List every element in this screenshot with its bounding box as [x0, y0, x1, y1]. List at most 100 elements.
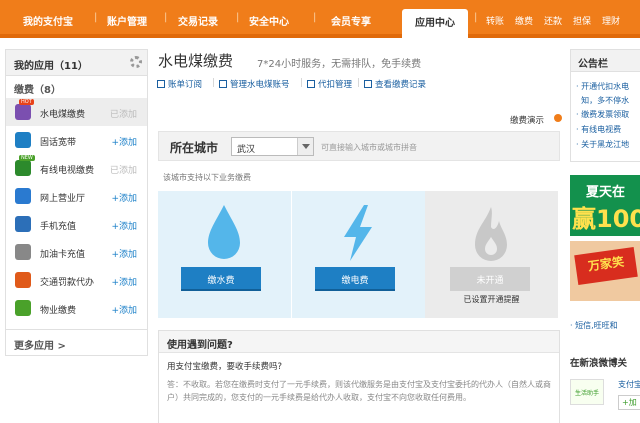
payment-record-link[interactable]: 查看缴费记录: [364, 78, 426, 90]
faq-answer: 答：不收取。若您在缴费时支付了一元手续费，则该代缴服务是由支付宝及支付宝委托的代…: [167, 380, 551, 402]
app-label: 固话宽带: [40, 138, 77, 148]
water-card[interactable]: 缴水费: [158, 191, 291, 318]
follow-button[interactable]: +加: [618, 395, 640, 410]
auto-deduct-link[interactable]: 代扣管理: [307, 78, 352, 90]
notice-title: 公告栏: [571, 50, 640, 72]
add-app-button[interactable]: +添加: [111, 135, 137, 148]
sidebar-app-item[interactable]: 交通罚款代办 +添加: [6, 266, 147, 294]
gas-not-open-button: 未开通: [450, 267, 530, 291]
app-label: 加油卡充值: [40, 250, 86, 260]
page-title: 水电煤缴费: [158, 52, 234, 70]
bill-icon: [157, 80, 165, 88]
app-icon: [15, 188, 31, 204]
sidebar-header: 我的应用（11）: [6, 50, 147, 76]
sidebar-app-list: HOT 水电煤缴费 已添加 固话宽带 +添加 NEW 有线电视缴费 已添加 网上营业厅 +添加 手机…: [6, 98, 147, 322]
city-selector-bar: 所在城市 武汉 可直接输入城市或城市拼音: [158, 131, 560, 161]
lightning-icon: [344, 205, 372, 261]
add-app-button[interactable]: +添加: [111, 191, 137, 204]
nav-finance[interactable]: 理财: [602, 14, 620, 27]
promo-banner-summer[interactable]: 夏天在 赢100: [570, 175, 640, 236]
support-text: 该城市支持以下业务缴费: [163, 173, 251, 182]
faq-panel: 使用遇到问题? 用支付宝缴费，要收手续费吗? 答：不收取。若您在缴费时支付了一元…: [158, 330, 560, 423]
deduct-icon: [307, 80, 315, 88]
sidebar-title: 我的应用（11）: [14, 61, 88, 72]
app-icon: [15, 300, 31, 316]
faq-question: 用支付宝缴费，要收手续费吗?: [167, 362, 283, 372]
bill-subscribe-link[interactable]: 账单订阅: [157, 78, 202, 90]
sms-wangwang-link[interactable]: · 短信,旺旺和: [570, 320, 618, 331]
sidebar-app-item[interactable]: 物业缴费 +添加: [6, 294, 147, 322]
add-app-button[interactable]: +添加: [111, 275, 137, 288]
app-label: 网上营业厅: [40, 194, 86, 204]
nav-payment[interactable]: 缴费: [515, 14, 533, 27]
nav-divider: |: [164, 12, 168, 23]
nav-my-alipay[interactable]: 我的支付宝: [23, 13, 73, 28]
nav-divider: |: [313, 12, 317, 23]
promo-banner-red[interactable]: 万家笑: [570, 241, 640, 301]
notice-board: 公告栏 · 开通代扣水电 知，多不停水 · 缴费发票领取 · 有线电视费 · 关…: [570, 49, 640, 162]
notice-item[interactable]: · 关于黑龙江地: [576, 139, 629, 150]
link-divider: |: [212, 78, 216, 88]
add-app-button[interactable]: +添加: [111, 219, 137, 232]
water-drop-icon: [208, 205, 240, 259]
nav-guarantee[interactable]: 担保: [573, 14, 591, 27]
link-divider: |: [357, 78, 361, 88]
nav-member[interactable]: 会员专享: [331, 13, 371, 28]
app-icon: [15, 216, 31, 232]
city-hint: 可直接输入城市或城市拼音: [321, 143, 417, 152]
electricity-card[interactable]: 缴电费: [292, 191, 425, 318]
nav-account[interactable]: 账户管理: [107, 13, 147, 28]
life-assistant-logo: 生活助手: [570, 379, 604, 405]
pay-water-button[interactable]: 缴水费: [181, 267, 261, 291]
payment-demo-link[interactable]: 缴费演示: [510, 114, 544, 126]
sidebar-app-item[interactable]: NEW 有线电视缴费 已添加: [6, 154, 147, 182]
app-added-status: 已添加: [109, 166, 137, 176]
user-icon: [219, 80, 227, 88]
nav-app-center[interactable]: 应用中心: [402, 9, 468, 38]
sidebar-app-item[interactable]: 加油卡充值 +添加: [6, 238, 147, 266]
app-label: 交通罚款代办: [40, 278, 95, 288]
app-icon: [15, 272, 31, 288]
notice-item[interactable]: · 开通代扣水电: [576, 81, 629, 92]
manage-account-link[interactable]: 管理水电煤账号: [219, 78, 290, 90]
more-apps-link[interactable]: 更多应用 >: [6, 329, 147, 355]
app-added-status: 已添加: [109, 110, 137, 120]
app-label: 水电煤缴费: [40, 110, 86, 120]
notice-item[interactable]: · 有线电视费: [576, 124, 621, 135]
gas-reminder-text[interactable]: 已设置开通提醒: [425, 294, 558, 305]
city-value: 武汉: [237, 145, 256, 155]
add-app-button[interactable]: +添加: [111, 247, 137, 260]
faq-heading: 使用遇到问题?: [159, 331, 559, 353]
sidebar-app-item[interactable]: 网上营业厅 +添加: [6, 182, 147, 210]
nav-transfer[interactable]: 转账: [486, 14, 504, 27]
record-icon: [364, 80, 372, 88]
nav-security[interactable]: 安全中心: [249, 13, 289, 28]
play-arrow-icon[interactable]: [554, 114, 562, 122]
nav-divider: |: [236, 12, 240, 23]
app-label: 有线电视缴费: [40, 166, 95, 176]
sidebar-app-item[interactable]: 固话宽带 +添加: [6, 126, 147, 154]
app-icon: [15, 104, 31, 120]
notice-item[interactable]: · 缴费发票领取: [576, 109, 629, 120]
page-subtitle: 7*24小时服务，无需排队，免手续费: [257, 59, 422, 70]
sidebar-app-item[interactable]: 手机充值 +添加: [6, 210, 147, 238]
nav-repay[interactable]: 还款: [544, 14, 562, 27]
nav-divider: |: [474, 12, 478, 23]
sina-account-name[interactable]: 支付宝: [618, 379, 640, 390]
chevron-down-icon[interactable]: [297, 138, 313, 155]
city-select[interactable]: 武汉: [231, 137, 314, 156]
add-app-button[interactable]: +添加: [111, 303, 137, 316]
nav-transactions[interactable]: 交易记录: [178, 13, 218, 28]
pay-electricity-button[interactable]: 缴电费: [315, 267, 395, 291]
gear-icon[interactable]: [130, 56, 142, 68]
gas-card: 未开通 已设置开通提醒: [425, 191, 558, 318]
sidebar-app-item[interactable]: HOT 水电煤缴费 已添加: [6, 98, 147, 126]
flame-icon: [475, 207, 507, 261]
sina-weibo-title: 在新浪微博关: [570, 358, 628, 369]
link-divider: |: [300, 78, 304, 88]
right-column: 公告栏 · 开通代扣水电 知，多不停水 · 缴费发票领取 · 有线电视费 · 关…: [570, 49, 640, 423]
app-icon: [15, 244, 31, 260]
notice-item[interactable]: 知，多不停水: [576, 95, 629, 106]
app-sidebar: 我的应用（11） 缴费（8） HOT 水电煤缴费 已添加 固话宽带 +添加 NEW 有线电视…: [5, 49, 148, 356]
app-badge: NEW: [19, 155, 35, 161]
